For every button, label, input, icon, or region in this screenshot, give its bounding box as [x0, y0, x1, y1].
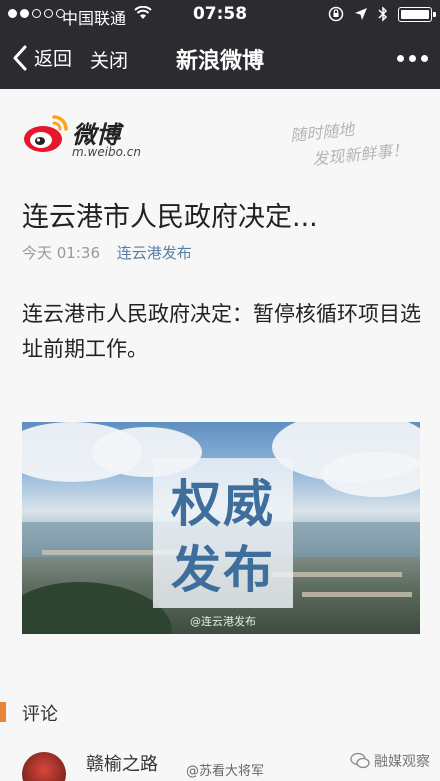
- bluetooth-icon: [378, 6, 388, 22]
- footer-watermark-right-text: 融媒观察: [374, 754, 430, 770]
- wechat-icon: [350, 752, 370, 769]
- more-button[interactable]: [397, 55, 428, 62]
- image-watermark: @连云港发布: [190, 615, 256, 628]
- page-title: 新浪微博: [175, 49, 264, 74]
- avatar[interactable]: [22, 752, 66, 781]
- logo-url: m.weibo.cn: [72, 145, 142, 159]
- post-image[interactable]: 权威 发布 @连云港发布: [22, 422, 420, 634]
- location-icon: [355, 8, 367, 20]
- post-meta: 今天 01:36 连云港发布: [22, 242, 192, 263]
- weibo-logo-icon: [24, 115, 68, 152]
- comments-label: 评论: [22, 704, 58, 725]
- nav-bar: 返回 关闭 新浪微博: [0, 30, 440, 89]
- badge-line-2: 发布: [171, 541, 275, 599]
- authority-release-badge: 权威 发布: [153, 458, 293, 608]
- badge-line-1: 权威: [171, 475, 275, 533]
- post-title: 连云港市人民政府决定...: [22, 202, 318, 233]
- weibo-brand-header: 微博 m.weibo.cn 随时随地 发现新鲜事！: [22, 107, 422, 169]
- post-time: 今天 01:36: [22, 244, 100, 262]
- commenter-name[interactable]: 赣榆之路: [86, 750, 158, 776]
- battery-icon: [398, 6, 436, 22]
- status-bar: 中国联通 07:58: [0, 0, 440, 30]
- footer-watermark-left: @苏看大将军: [186, 764, 265, 779]
- rotation-lock-icon: [328, 6, 344, 22]
- post-content: 微博 m.weibo.cn 随时随地 发现新鲜事！ 连云港市人民政府决定... …: [0, 89, 440, 781]
- comments-header: 评论: [0, 697, 440, 727]
- top-bar: 中国联通 07:58 返回 关闭 新浪微博: [0, 0, 440, 89]
- footer-watermark-right: 融媒观察: [350, 751, 430, 771]
- section-accent-bar: [0, 702, 6, 722]
- post-author-link[interactable]: 连云港发布: [117, 244, 192, 262]
- post-body: 连云港市人民政府决定：暂停核循环项目选址前期工作。: [22, 302, 421, 361]
